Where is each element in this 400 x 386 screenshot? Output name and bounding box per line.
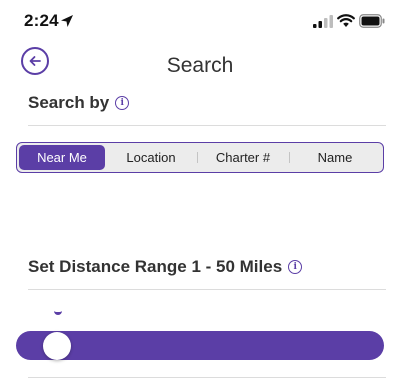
wifi-icon	[337, 14, 355, 27]
search-by-heading: Search by i	[28, 93, 130, 113]
location-arrow-icon	[61, 15, 73, 27]
search-by-label: Search by	[28, 93, 110, 112]
divider	[28, 125, 386, 126]
segment-near-me[interactable]: Near Me	[19, 145, 105, 170]
info-icon[interactable]: i	[288, 260, 303, 274]
segment-charter-number[interactable]: Charter #	[197, 145, 289, 170]
search-mode-segmented-control[interactable]: Near Me Location Charter # Name	[16, 142, 384, 173]
status-time: 2:24	[24, 11, 59, 30]
page-title: Search	[166, 54, 234, 77]
divider	[28, 289, 386, 290]
slider-value-indicator	[54, 311, 62, 315]
divider	[28, 377, 386, 378]
battery-icon	[359, 14, 385, 28]
distance-slider-thumb[interactable]	[43, 332, 71, 360]
segment-name[interactable]: Name	[289, 145, 381, 170]
signal-icon	[313, 15, 333, 28]
status-bar: 2:24	[0, 0, 400, 44]
distance-range-label: Set Distance Range 1 - 50 Miles	[28, 257, 283, 276]
distance-slider-track[interactable]	[16, 331, 384, 360]
info-icon[interactable]: i	[115, 96, 130, 110]
segment-location[interactable]: Location	[105, 145, 197, 170]
distance-range-heading: Set Distance Range 1 - 50 Miles i	[28, 257, 303, 277]
